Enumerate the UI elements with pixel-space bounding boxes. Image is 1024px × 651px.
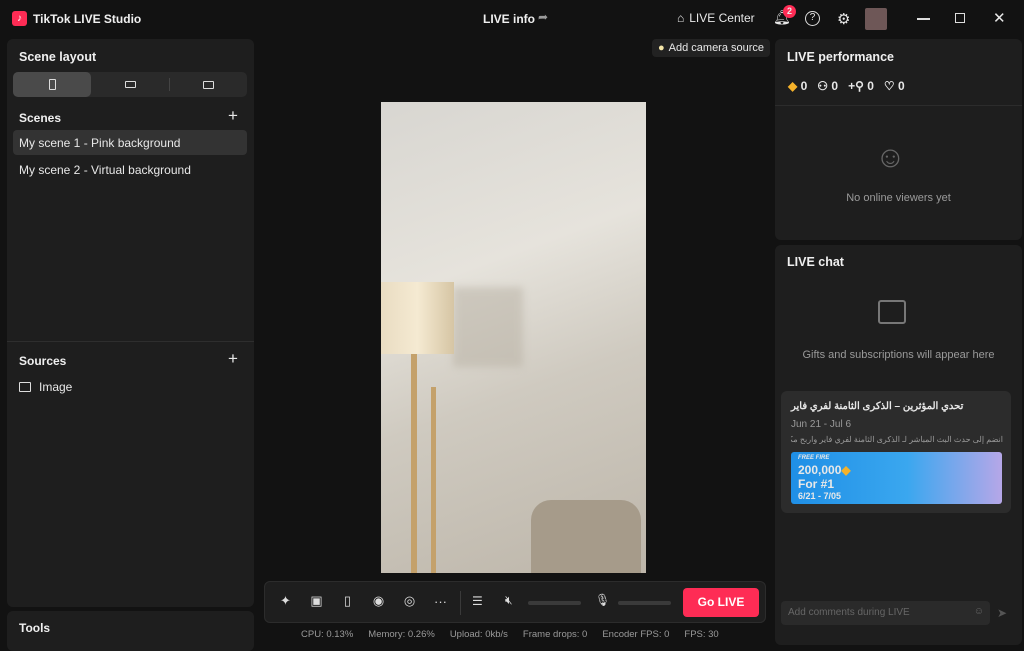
frame-drops-stat: Frame drops: 0 bbox=[523, 629, 587, 640]
control-bar: ✦ ▣ ▯ ◉ ◎ ··· ☰ 🔇︎ 🎙︎ Go LIVE bbox=[264, 581, 766, 623]
promo-banner[interactable]: FREE FIRE 200,000◆ For #1 6/21 - 7/05 bbox=[791, 452, 1002, 504]
memory-stat: Memory: 0.26% bbox=[368, 629, 435, 640]
upload-stat: Upload: 0kb/s bbox=[450, 629, 508, 640]
live-center-button[interactable]: ⌂LIVE Center bbox=[677, 11, 755, 25]
live-info-title[interactable]: LIVE info bbox=[483, 12, 535, 26]
app-title: TikTok LIVE Studio bbox=[33, 12, 141, 26]
followers-stat: +⚲ 0 bbox=[848, 79, 874, 93]
home-icon: ⌂ bbox=[677, 11, 684, 25]
divider bbox=[7, 341, 254, 342]
phone-icon bbox=[49, 79, 56, 90]
help-icon[interactable]: ? bbox=[805, 11, 820, 26]
go-live-button[interactable]: Go LIVE bbox=[683, 588, 759, 617]
adjust-icon[interactable]: ☰ bbox=[472, 594, 483, 608]
promo-card[interactable]: تحدي المؤثرين – الذكرى الثامنة لفري فاير… bbox=[781, 391, 1011, 513]
likes-stat: ♡ 0 bbox=[884, 79, 905, 93]
encoder-fps-stat: Encoder FPS: 0 bbox=[602, 629, 669, 640]
landscape-icon bbox=[125, 81, 136, 88]
mic-muted-icon[interactable]: 🎙︎ bbox=[595, 593, 610, 607]
lamp-stand bbox=[411, 354, 417, 573]
cpu-stat: CPU: 0.13% bbox=[301, 629, 353, 640]
media-icon[interactable]: ▣ bbox=[308, 593, 325, 609]
layout-dual-button[interactable] bbox=[169, 78, 247, 91]
scene-layout-title: Scene layout bbox=[19, 50, 96, 64]
scenes-panel: Scene layout Scenes + My scene 1 - Pink … bbox=[7, 39, 254, 607]
live-chat-panel: LIVE chat Gifts and subscriptions will a… bbox=[775, 245, 1022, 645]
phone-icon[interactable]: ▯ bbox=[339, 593, 356, 609]
tools-panel[interactable]: Tools bbox=[7, 611, 254, 651]
chat-title: LIVE chat bbox=[787, 255, 844, 269]
source-item[interactable]: Image bbox=[19, 380, 72, 394]
dual-layout-icon bbox=[203, 81, 214, 89]
app-logo: ♪ bbox=[12, 11, 27, 26]
magic-wand-icon[interactable]: ✦ bbox=[277, 593, 294, 609]
promo-range: 6/21 - 7/05 bbox=[798, 491, 841, 501]
chair bbox=[531, 500, 641, 573]
layout-landscape-button[interactable] bbox=[91, 72, 169, 97]
performance-title: LIVE performance bbox=[787, 50, 894, 64]
fps-stat: FPS: 30 bbox=[684, 629, 718, 640]
viewers-stat: ⚇ 0 bbox=[817, 79, 838, 93]
lightbulb-icon: ● bbox=[658, 42, 665, 54]
shadow-lamp bbox=[453, 287, 523, 367]
promo-brand: FREE FIRE bbox=[798, 455, 829, 461]
settings-icon[interactable]: ⚙ bbox=[837, 10, 850, 28]
promo-rank: For #1 bbox=[798, 477, 834, 491]
restore-icon[interactable] bbox=[955, 13, 965, 23]
diamond-icon: ◆ bbox=[788, 79, 797, 93]
gift-icon bbox=[878, 300, 906, 324]
lamp-stand bbox=[431, 387, 436, 573]
add-source-button[interactable]: + bbox=[228, 349, 238, 369]
sources-title: Sources bbox=[19, 354, 66, 368]
divider bbox=[775, 105, 1022, 106]
add-scene-button[interactable]: + bbox=[228, 106, 238, 126]
add-camera-source-button[interactable]: ●Add camera source bbox=[652, 39, 770, 57]
scene-item[interactable]: My scene 1 - Pink background bbox=[13, 130, 247, 155]
heart-icon: ♡ bbox=[884, 79, 895, 93]
notification-badge: 2 bbox=[783, 5, 796, 18]
record-icon[interactable]: ◉ bbox=[370, 593, 387, 609]
scene-item[interactable]: My scene 2 - Virtual background bbox=[13, 157, 247, 182]
image-icon bbox=[19, 382, 31, 392]
live-performance-panel: LIVE performance ◆ 0 ⚇ 0 +⚲ 0 ♡ 0 ☺ No o… bbox=[775, 39, 1022, 240]
promo-title: تحدي المؤثرين – الذكرى الثامنة لفري فاير bbox=[791, 401, 963, 412]
avatar[interactable] bbox=[865, 8, 887, 30]
divider bbox=[460, 591, 461, 615]
share-icon[interactable]: ➦ bbox=[538, 10, 548, 24]
lamp-shade bbox=[381, 282, 454, 354]
promo-description: انضم إلى حدث البث المباشر لـ الذكرى الثا… bbox=[791, 435, 1003, 444]
minimize-icon[interactable] bbox=[917, 18, 930, 20]
comment-input[interactable]: Add comments during LIVE ☺ bbox=[781, 601, 990, 625]
promo-dates: Jun 21 - Jul 6 bbox=[791, 419, 851, 430]
scenes-title: Scenes bbox=[19, 111, 61, 125]
empty-viewers-icon: ☺ bbox=[875, 141, 906, 175]
replay-icon[interactable]: ◎ bbox=[401, 593, 418, 609]
speaker-volume-slider[interactable] bbox=[528, 601, 581, 605]
layout-portrait-button[interactable] bbox=[13, 72, 91, 97]
live-preview[interactable] bbox=[381, 102, 646, 573]
chat-empty-text: Gifts and subscriptions will appear here bbox=[775, 349, 1022, 361]
viewers-icon: ⚇ bbox=[817, 79, 828, 93]
speaker-muted-icon[interactable]: 🔇︎ bbox=[505, 593, 513, 608]
tools-title: Tools bbox=[19, 621, 50, 635]
diamonds-stat: ◆ 0 bbox=[788, 79, 807, 93]
more-icon[interactable]: ··· bbox=[432, 593, 449, 609]
promo-amount: 200,000◆ bbox=[798, 463, 851, 477]
add-user-icon: +⚲ bbox=[848, 79, 864, 93]
layout-switcher bbox=[13, 72, 247, 97]
send-icon[interactable]: ➤ bbox=[997, 606, 1007, 620]
close-icon[interactable]: ✕ bbox=[993, 9, 1006, 27]
mic-volume-slider[interactable] bbox=[618, 601, 671, 605]
diamond-icon: ◆ bbox=[841, 463, 850, 477]
emoji-icon[interactable]: ☺ bbox=[974, 606, 984, 617]
no-viewers-text: No online viewers yet bbox=[775, 192, 1022, 204]
stats-bar: CPU: 0.13% Memory: 0.26% Upload: 0kb/s F… bbox=[301, 629, 719, 640]
